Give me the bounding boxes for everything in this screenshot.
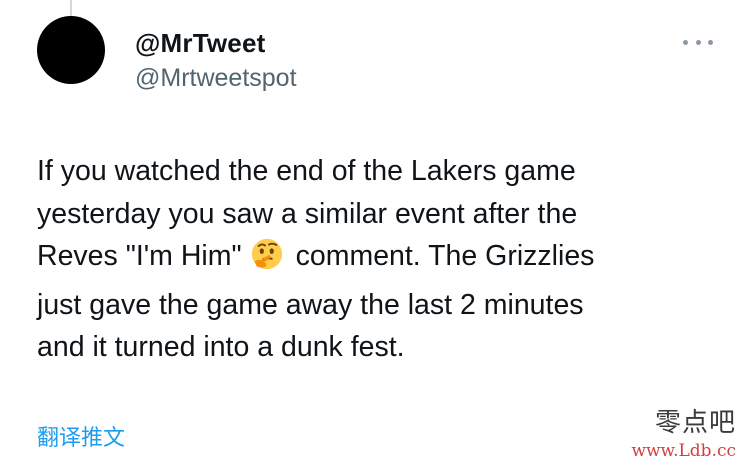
tweet-text-line: Reves "I'm Him" comment. The Grizzlies (37, 235, 687, 284)
thread-connector-line (70, 0, 72, 16)
user-handle[interactable]: @Mrtweetspot (135, 64, 297, 93)
watermark-site-name: 零点吧 (654, 408, 736, 438)
tweet-text-line: just gave the game away the last 2 minut… (37, 288, 584, 321)
more-dot (695, 39, 701, 45)
tweet-text-line: yesterday you saw a similar event after … (37, 197, 578, 230)
tweet-text-line: and it turned into a dunk fest. (37, 331, 405, 363)
watermark: 零点吧 www.Ldb.cc (631, 402, 736, 461)
tweet-text-line: If you watched the end of the Lakers gam… (37, 155, 576, 187)
more-dot (683, 39, 688, 45)
more-options-icon[interactable] (683, 37, 713, 47)
more-dot (708, 39, 713, 45)
thinking-face-emoji-icon (250, 237, 284, 284)
translate-tweet-link[interactable]: 翻译推文 (37, 420, 125, 452)
display-name[interactable]: @MrTweet (135, 28, 265, 59)
tweet-text-fragment: comment. The Grizzlies (295, 240, 595, 272)
tweet-text-fragment: Reves "I'm Him" (37, 240, 242, 272)
avatar[interactable] (37, 16, 105, 84)
watermark-url: www.Ldb.cc (631, 441, 736, 461)
tweet-text: If you watched the end of the Lakers gam… (37, 150, 687, 369)
